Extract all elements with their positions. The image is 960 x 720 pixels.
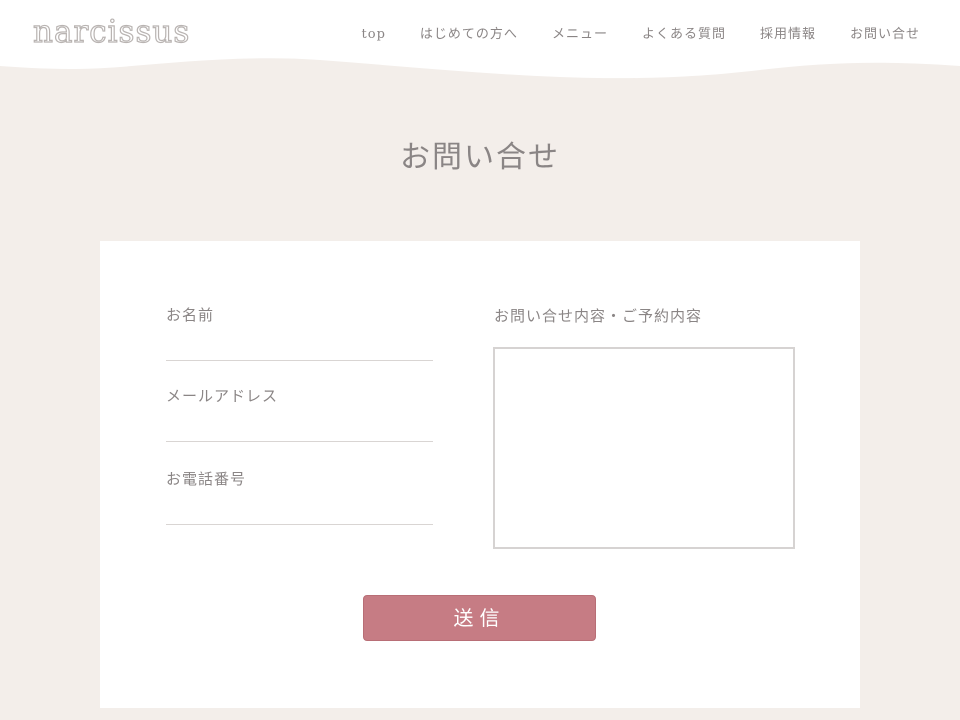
main-nav: top はじめての方へ メニュー よくある質問 採用情報 お問い合せ <box>328 27 920 43</box>
phone-label: お電話番号 <box>166 470 247 488</box>
name-label: お名前 <box>166 306 215 324</box>
phone-field: お電話番号 <box>166 469 433 525</box>
nav-item-first-time[interactable]: はじめての方へ <box>420 27 518 43</box>
email-label: メールアドレス <box>166 387 279 405</box>
nav-item-contact[interactable]: お問い合せ <box>850 27 920 43</box>
site-logo[interactable]: narcissus <box>32 12 190 52</box>
email-input[interactable] <box>166 417 433 442</box>
message-textarea[interactable] <box>493 347 795 549</box>
name-input[interactable] <box>166 336 433 361</box>
page-title: お問い合せ <box>400 140 560 175</box>
nav-item-recruit[interactable]: 採用情報 <box>760 27 816 43</box>
phone-input[interactable] <box>166 500 433 525</box>
message-label: お問い合せ内容・ご予約内容 <box>494 307 703 325</box>
site-header: narcissus top はじめての方へ メニュー よくある質問 採用情報 お… <box>0 0 960 80</box>
email-field: メールアドレス <box>166 386 433 442</box>
contact-form-card: お名前 メールアドレス お電話番号 お問い合せ内容・ご予約内容 送信 <box>100 241 860 708</box>
nav-item-faq[interactable]: よくある質問 <box>642 27 726 43</box>
nav-item-menu[interactable]: メニュー <box>552 27 608 43</box>
name-field: お名前 <box>166 305 433 361</box>
submit-button[interactable]: 送信 <box>363 595 596 641</box>
nav-item-top[interactable]: top <box>362 27 386 43</box>
